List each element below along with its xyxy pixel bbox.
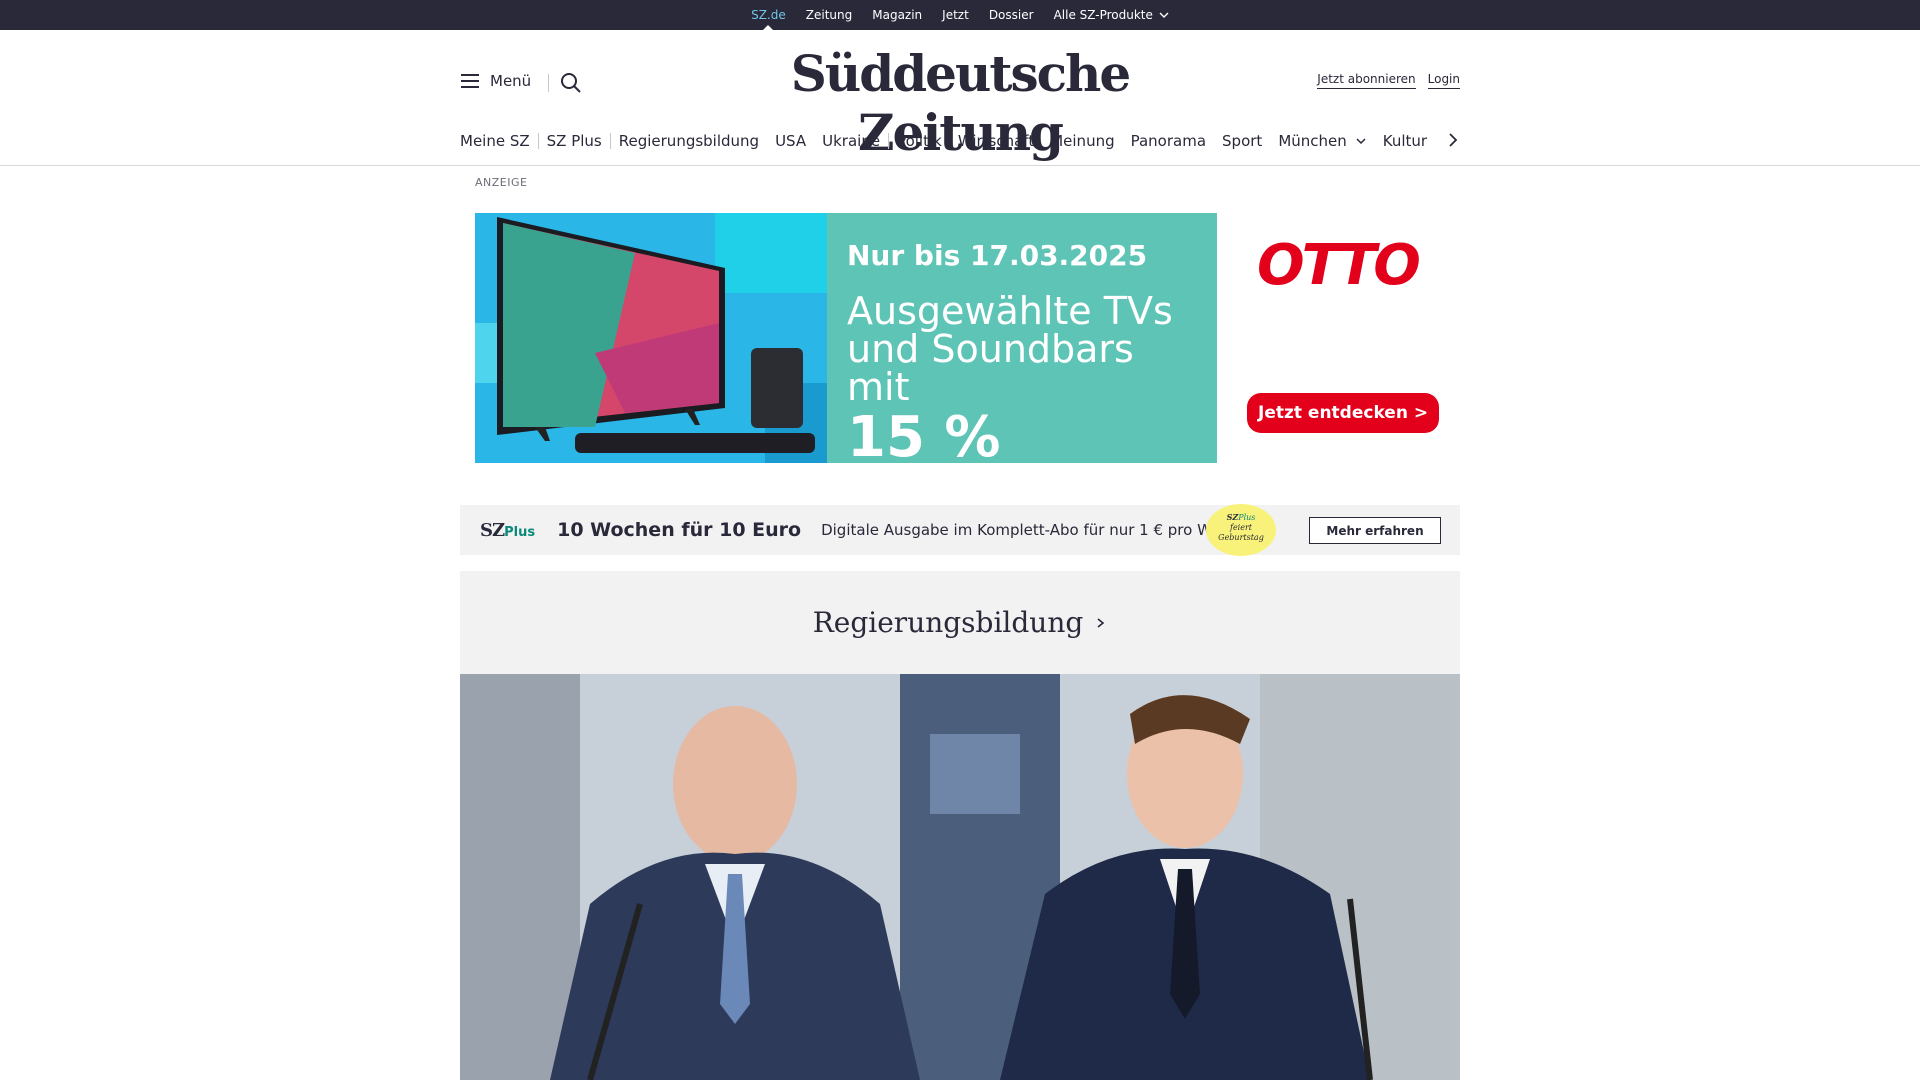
header-rule (0, 165, 1920, 166)
more-info-button[interactable]: Mehr erfahren (1309, 517, 1441, 544)
nav-item-sport[interactable]: Sport (1214, 132, 1270, 150)
badge-logo-sz: SZ (1226, 512, 1239, 522)
main-nav: Meine SZ SZ Plus Regierungsbildung USA U… (460, 126, 1460, 156)
header-divider (548, 74, 549, 92)
site-header: Menü Süddeutsche Zeitung Jetzt abonniere… (460, 30, 1460, 162)
nav-item-muenchen[interactable]: München (1270, 132, 1374, 150)
badge-line-1: feiert (1229, 523, 1253, 532)
section-title: Regierungsbildung (812, 606, 1084, 639)
subscribe-link[interactable]: Jetzt abonnieren (1317, 72, 1416, 89)
nav-item-panorama[interactable]: Panorama (1123, 132, 1214, 150)
ad-line-1: Ausgewählte TVs (847, 289, 1173, 333)
topbar-link-jetzt[interactable]: Jetzt (942, 0, 969, 30)
search-icon (561, 73, 581, 93)
badge-logo-plus: Plus (1238, 513, 1256, 522)
hamburger-icon (461, 74, 479, 88)
topbar-link-zeitung[interactable]: Zeitung (806, 0, 852, 30)
ad-date-line: Nur bis 17.03.2025 (847, 239, 1148, 272)
search-button[interactable] (560, 72, 582, 98)
badge-line-2: Geburtstag (1218, 533, 1264, 542)
nav-item-usa[interactable]: USA (767, 132, 814, 150)
ad-tv-image (475, 213, 827, 463)
hero-photo (460, 674, 1460, 1080)
topbar-link-dossier[interactable]: Dossier (989, 0, 1034, 30)
promo-subline: Digitale Ausgabe im Komplett-Abo für nur… (821, 521, 1252, 539)
chevron-right-icon (1449, 133, 1458, 147)
topbar-link-magazin[interactable]: Magazin (872, 0, 922, 30)
badge-logo: SZPlus (1206, 512, 1276, 523)
ad-line-2: und Soundbars mit (847, 327, 1134, 409)
nav-item-regierungsbildung[interactable]: Regierungsbildung (611, 132, 767, 150)
tv-illustration (475, 213, 827, 463)
login-link[interactable]: Login (1427, 72, 1460, 89)
nav-item-muenchen-label: München (1278, 132, 1347, 150)
account-links: Jetzt abonnieren Login (1317, 72, 1460, 89)
otto-logo: OTTO (1257, 233, 1421, 298)
sz-plus-logo: SZPlus (480, 520, 535, 541)
top-bar: SZ.de Zeitung Magazin Jetzt Dossier Alle… (0, 0, 1920, 31)
nav-item-kultur[interactable]: Kultur (1375, 132, 1435, 150)
chevron-right-icon (1097, 617, 1105, 628)
menu-label: Menü (490, 72, 532, 90)
all-products-label: Alle SZ-Produkte (1053, 8, 1153, 22)
ad-label: ANZEIGE (475, 176, 528, 189)
chevron-down-icon (1356, 138, 1366, 145)
ad-banner[interactable]: Nur bis 17.03.2025 Ausgewählte TVs und S… (475, 213, 1454, 534)
birthday-badge: SZPlus feiert Geburtstag (1206, 504, 1276, 556)
ad-cta-button[interactable]: Jetzt entdecken > (1247, 393, 1440, 433)
ad-brand-panel: OTTO Jetzt entdecken > (1217, 213, 1454, 463)
nav-item-meinung[interactable]: Meinung (1042, 132, 1122, 150)
nav-item-sz-plus[interactable]: SZ Plus (539, 132, 610, 150)
promo-headline: 10 Wochen für 10 Euro (557, 519, 802, 541)
sz-plus-logo-sz: SZ (480, 519, 505, 541)
nav-item-meine-sz[interactable]: Meine SZ (460, 132, 538, 150)
topbar-link-all-products[interactable]: Alle SZ-Produkte (1054, 0, 1169, 30)
nav-scroll-right[interactable] (1446, 131, 1460, 153)
ad-text-panel: Nur bis 17.03.2025 Ausgewählte TVs und S… (827, 213, 1217, 534)
menu-button[interactable]: Menü (460, 72, 531, 90)
sz-plus-logo-plus: Plus (504, 524, 536, 540)
topbar-link-szde[interactable]: SZ.de (751, 0, 786, 31)
nav-item-politik[interactable]: Politik (889, 132, 950, 150)
sz-plus-promo: SZPlus 10 Wochen für 10 Euro Digitale Au… (460, 504, 1460, 556)
nav-item-ukraine[interactable]: Ukraine (814, 132, 888, 150)
section-header-regierungsbildung[interactable]: Regierungsbildung (460, 571, 1460, 674)
chevron-down-icon (1159, 12, 1169, 18)
hero-image[interactable] (460, 674, 1460, 1080)
nav-item-wirtschaft[interactable]: Wirtschaft (950, 132, 1042, 150)
